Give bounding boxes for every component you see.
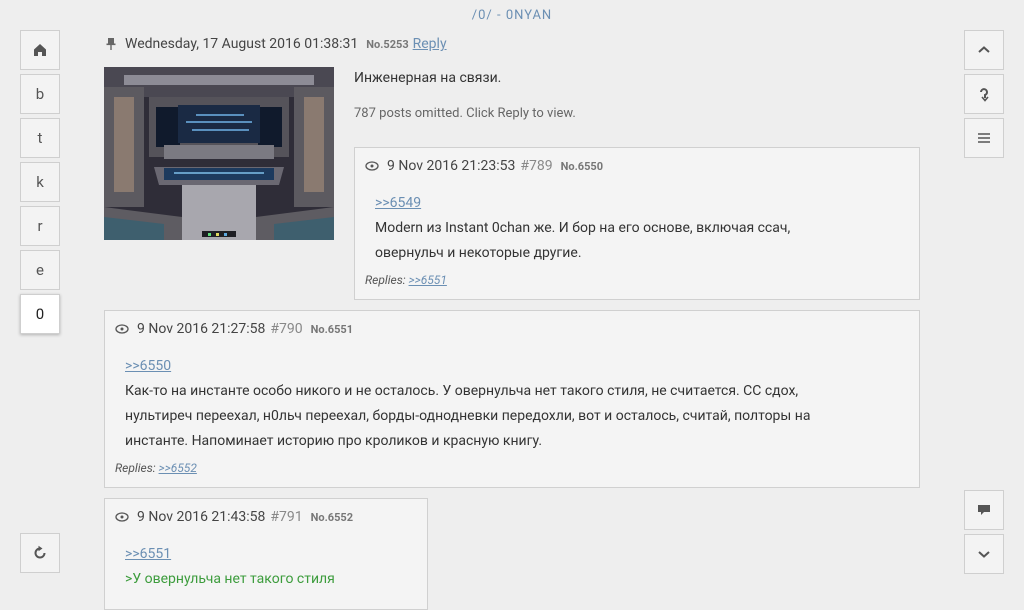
reflink[interactable]: >>6550 [125,358,171,374]
home-icon [34,44,46,56]
engineering-room-picture [104,67,334,240]
post-line: Как-то на инстанте особо никого и не ост… [125,383,799,399]
post-6550: 9 Nov 2016 21:23:53 #789 No.6550 >>6549 … [354,147,920,300]
pin-icon [106,38,116,50]
eye-icon[interactable] [115,512,129,522]
op-header: Wednesday, 17 August 2016 01:38:31 No.52… [104,34,447,54]
post-date: 9 Nov 2016 21:23:53 [387,158,516,174]
chevron-down-icon [978,551,990,558]
op-date: Wednesday, 17 August 2016 01:38:31 [125,36,359,52]
op-number[interactable]: No.5253 [366,38,408,51]
op-image[interactable] [104,67,334,240]
reply-backlink[interactable]: >>6551 [409,273,447,287]
post-date: 9 Nov 2016 21:43:58 [137,509,266,525]
greentext-quote: >У овернульча нет такого стиля [125,571,335,587]
post-number[interactable]: No.6551 [311,323,353,336]
post-number[interactable]: No.6552 [311,511,353,524]
post-header: 9 Nov 2016 21:43:58 #791 No.6552 [115,509,353,525]
board-title: /0/ - 0NYAN [471,8,553,23]
board-link-e[interactable]: e [20,250,60,290]
menu-icon [978,133,990,143]
eye-icon[interactable] [115,324,129,334]
post-line: инстанте. Напоминает историю про кролико… [125,433,543,449]
reflink[interactable]: >>6551 [125,546,171,562]
post-6552: 9 Nov 2016 21:43:58 #791 No.6552 >>6551 … [104,498,428,610]
post-body: >>6551 >У овернульча нет такого стиля [125,542,335,592]
reply-pin-icon [978,505,990,515]
eye-icon[interactable] [365,161,379,171]
menu-button[interactable] [964,118,1004,158]
omitted-notice: 787 posts omitted. Click Reply to view. [354,106,576,121]
post-header: 9 Nov 2016 21:23:53 #789 No.6550 [365,158,603,174]
post-index[interactable]: #789 [520,158,552,174]
post-line: нультиреч переехал, н0льч переехал, борд… [125,408,811,424]
replies: Replies: >>6552 [115,461,197,475]
chevron-up-icon [978,46,990,53]
return-button[interactable] [964,74,1004,114]
board-link-k[interactable]: k [20,162,60,202]
post-number[interactable]: No.6550 [561,160,603,173]
home-button[interactable] [20,30,60,70]
reply-backlink[interactable]: >>6552 [159,461,197,475]
refresh-icon [34,545,46,559]
reply-form-button[interactable] [964,490,1004,530]
post-line: Modern из Instant 0chan же. И бор на его… [375,220,791,236]
post-line: овернульч и некоторые другие. [375,245,582,261]
post-index[interactable]: #790 [270,321,302,337]
post-header: 9 Nov 2016 21:27:58 #790 No.6551 [115,321,353,337]
post-index[interactable]: #791 [270,509,302,525]
post-body: >>6549 Modern из Instant 0chan же. И бор… [375,191,790,266]
return-icon [980,88,989,102]
board-link-b[interactable]: b [20,74,60,114]
reflink[interactable]: >>6549 [375,195,421,211]
board-link-t[interactable]: t [20,118,60,158]
refresh-button[interactable] [20,533,60,573]
op-text: Инженерная на связи. [354,70,502,86]
post-date: 9 Nov 2016 21:27:58 [137,321,266,337]
scroll-bottom-button[interactable] [964,534,1004,574]
post-6551: 9 Nov 2016 21:27:58 #790 No.6551 >>6550 … [104,310,920,488]
replies: Replies: >>6551 [365,273,447,287]
reply-link[interactable]: Reply [413,36,447,52]
scroll-top-button[interactable] [964,30,1004,70]
post-body: >>6550 Как-то на инстанте особо никого и… [125,354,810,454]
board-link-0[interactable]: 0 [20,294,60,334]
board-link-r[interactable]: r [20,206,60,246]
